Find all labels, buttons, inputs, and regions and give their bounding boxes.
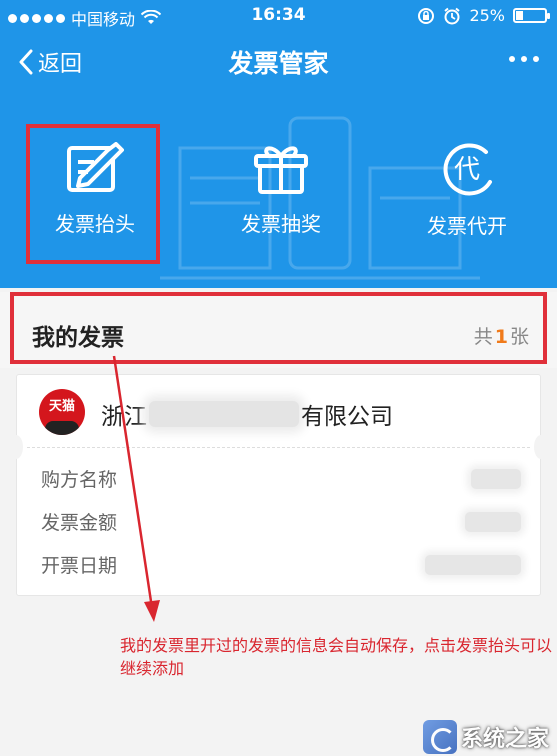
more-dot	[521, 56, 527, 62]
back-label: 返回	[38, 52, 83, 77]
watermark: 系统之家	[422, 720, 549, 754]
card-notch-right	[534, 435, 548, 459]
battery-fill	[516, 11, 523, 20]
blurred-value	[471, 469, 521, 489]
blurred-value	[465, 512, 521, 532]
gift-icon	[254, 146, 308, 194]
header-area: 中国移动 16:34 25% 返回 发票管家 发票抬头 发票抽奖 代 发票代开	[0, 0, 557, 288]
info-label: 发票金额	[41, 512, 118, 534]
back-button[interactable]: 返回	[18, 46, 82, 78]
watermark-text: 系统之家	[460, 727, 549, 752]
nav-bar: 返回 发票管家	[0, 34, 557, 90]
more-dot	[533, 56, 539, 62]
tmall-logo: 天猫	[39, 389, 85, 435]
feature-label: 发票抽奖	[241, 212, 321, 236]
page-title: 发票管家	[228, 49, 329, 78]
chevron-left-icon	[19, 49, 33, 75]
alarm-icon	[444, 7, 461, 24]
company-suffix: 有限公司	[301, 404, 393, 430]
edit-document-icon	[67, 142, 124, 192]
status-right: 25%	[417, 6, 550, 25]
proxy-issue-icon: 代	[443, 143, 492, 196]
count-suffix: 张	[509, 326, 529, 348]
blurred-company-text	[149, 401, 299, 427]
company-name: 浙江 有限公司	[101, 397, 393, 431]
invoice-count: 共1张	[474, 322, 529, 349]
feature-invoice-title[interactable]: 发票抬头	[20, 120, 170, 260]
info-label: 购方名称	[41, 469, 118, 491]
status-bar: 中国移动 16:34 25%	[0, 0, 557, 32]
info-row-amount: 发票金额	[41, 508, 521, 538]
info-row-date: 开票日期	[41, 551, 521, 581]
my-invoices-title: 我的发票	[32, 325, 124, 351]
orientation-lock-icon	[418, 7, 435, 24]
blurred-value	[425, 555, 521, 575]
feature-invoice-proxy[interactable]: 代 发票代开	[392, 120, 542, 260]
more-menu-button[interactable]	[509, 56, 539, 62]
company-prefix: 浙江	[101, 404, 147, 430]
feature-label: 发票代开	[427, 214, 507, 238]
feature-invoice-lottery[interactable]: 发票抽奖	[206, 120, 356, 260]
invoice-card[interactable]: 天猫 浙江 有限公司 购方名称 发票金额 开票日期	[9, 374, 548, 596]
more-dot	[509, 56, 515, 62]
count-prefix: 共	[473, 326, 493, 348]
watermark-logo-icon	[422, 720, 457, 754]
card-divider	[27, 447, 530, 448]
proxy-icon-text: 代	[454, 155, 480, 185]
battery-percent: 25%	[469, 6, 505, 25]
info-label: 开票日期	[41, 555, 118, 577]
count-number: 1	[494, 326, 508, 348]
battery-icon	[513, 8, 550, 23]
annotation-text: 我的发票里开过的发票的信息会自动保存，点击发票抬头可以继续添加	[120, 636, 553, 678]
logo-cat-icon	[45, 421, 79, 435]
feature-label: 发票抬头	[55, 212, 135, 236]
card-notch-left	[9, 435, 23, 459]
logo-text: 天猫	[48, 399, 75, 414]
my-invoices-header[interactable]: 我的发票 共1张	[0, 292, 557, 368]
info-row-buyer: 购方名称	[41, 465, 521, 495]
